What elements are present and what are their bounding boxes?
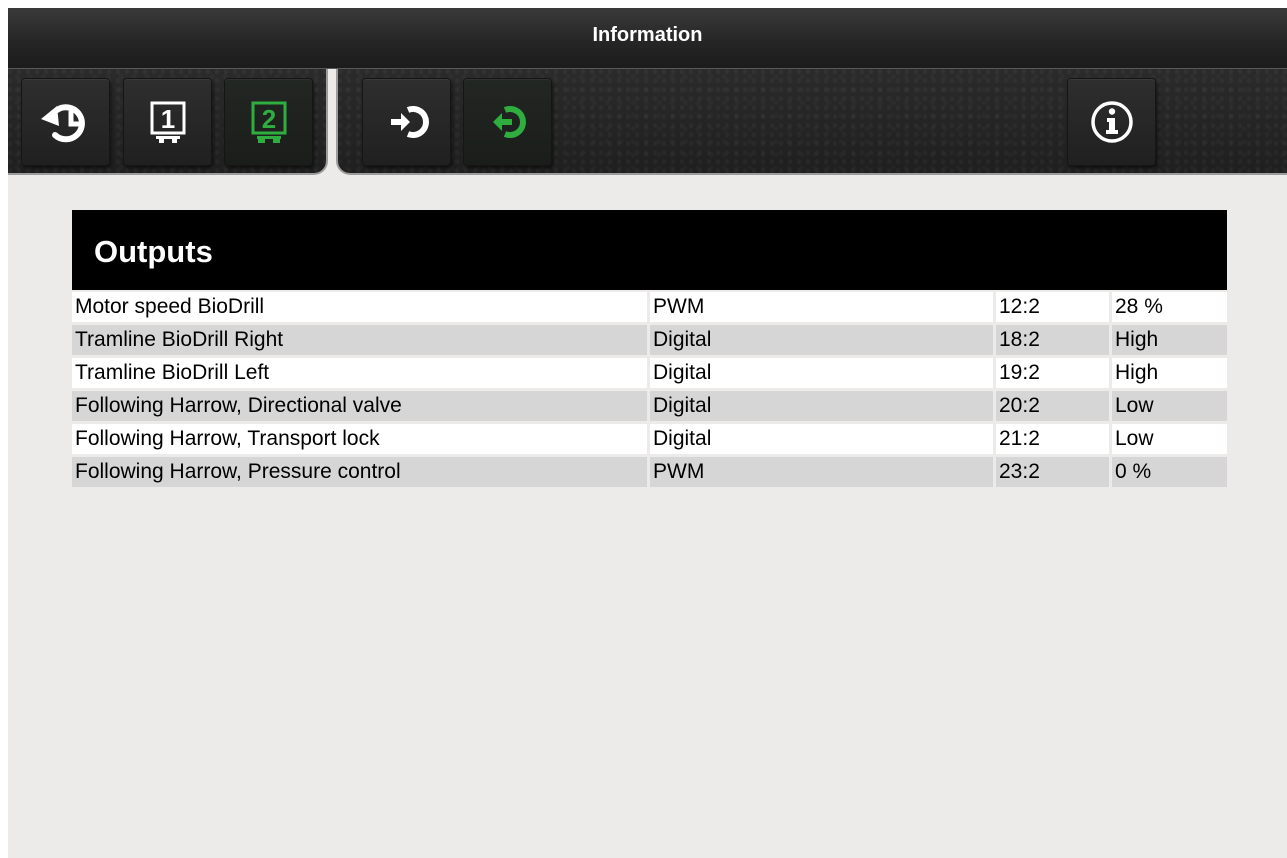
output-name: Tramline BioDrill Right bbox=[72, 325, 650, 355]
screen-1-icon: 1 bbox=[150, 101, 185, 143]
output-pin: 20:2 bbox=[996, 391, 1112, 421]
table-row: Tramline BioDrill Left Digital 19:2 High bbox=[72, 358, 1227, 388]
toolbar-group-io bbox=[336, 69, 1287, 175]
output-name: Following Harrow, Pressure control bbox=[72, 457, 650, 487]
output-value: Low bbox=[1112, 424, 1227, 454]
info-button[interactable] bbox=[1068, 79, 1155, 165]
output-type: Digital bbox=[650, 358, 996, 388]
toolbar-group-screens: 1 2 bbox=[8, 69, 328, 175]
output-type: Digital bbox=[650, 325, 996, 355]
output-type: Digital bbox=[650, 391, 996, 421]
screen-2-label: 2 bbox=[261, 104, 275, 134]
outputs-panel: Outputs Motor speed BioDrill PWM 12:2 28… bbox=[72, 210, 1227, 490]
output-value: 28 % bbox=[1112, 292, 1227, 322]
page-title: Information bbox=[592, 23, 703, 46]
information-screen: Information 1 2 Outputs Motor speed BioD… bbox=[8, 8, 1287, 858]
output-pin: 23:2 bbox=[996, 457, 1112, 487]
output-value: High bbox=[1112, 325, 1227, 355]
output-value: 0 % bbox=[1112, 457, 1227, 487]
output-value: High bbox=[1112, 358, 1227, 388]
output-type: PWM bbox=[650, 457, 996, 487]
outputs-title: Outputs bbox=[94, 234, 213, 269]
output-type: PWM bbox=[650, 292, 996, 322]
screen-2-button[interactable]: 2 bbox=[225, 79, 312, 165]
history-icon bbox=[40, 104, 85, 143]
table-row: Following Harrow, Directional valve Digi… bbox=[72, 391, 1227, 421]
input-icon bbox=[390, 106, 429, 138]
output-pin: 12:2 bbox=[996, 292, 1112, 322]
screen-1-label: 1 bbox=[160, 104, 174, 134]
history-button[interactable] bbox=[22, 79, 109, 165]
screen-2-icon: 2 bbox=[251, 101, 286, 143]
output-name: Following Harrow, Directional valve bbox=[72, 391, 650, 421]
outputs-button[interactable] bbox=[464, 79, 551, 165]
outputs-table: Motor speed BioDrill PWM 12:2 28 % Traml… bbox=[72, 289, 1227, 490]
title-bar: Information bbox=[8, 8, 1287, 69]
table-row: Motor speed BioDrill PWM 12:2 28 % bbox=[72, 292, 1227, 322]
table-row: Following Harrow, Transport lock Digital… bbox=[72, 424, 1227, 454]
output-icon bbox=[492, 106, 526, 138]
output-type: Digital bbox=[650, 424, 996, 454]
output-pin: 21:2 bbox=[996, 424, 1112, 454]
output-pin: 18:2 bbox=[996, 325, 1112, 355]
output-pin: 19:2 bbox=[996, 358, 1112, 388]
output-name: Motor speed BioDrill bbox=[72, 292, 650, 322]
output-name: Tramline BioDrill Left bbox=[72, 358, 650, 388]
output-value: Low bbox=[1112, 391, 1227, 421]
table-row: Following Harrow, Pressure control PWM 2… bbox=[72, 457, 1227, 487]
table-row: Tramline BioDrill Right Digital 18:2 Hig… bbox=[72, 325, 1227, 355]
info-icon bbox=[1090, 101, 1133, 143]
toolbar: 1 2 bbox=[8, 69, 1287, 182]
inputs-button[interactable] bbox=[363, 79, 450, 165]
outputs-header: Outputs bbox=[72, 210, 1227, 290]
screen-1-button[interactable]: 1 bbox=[124, 79, 211, 165]
output-name: Following Harrow, Transport lock bbox=[72, 424, 650, 454]
